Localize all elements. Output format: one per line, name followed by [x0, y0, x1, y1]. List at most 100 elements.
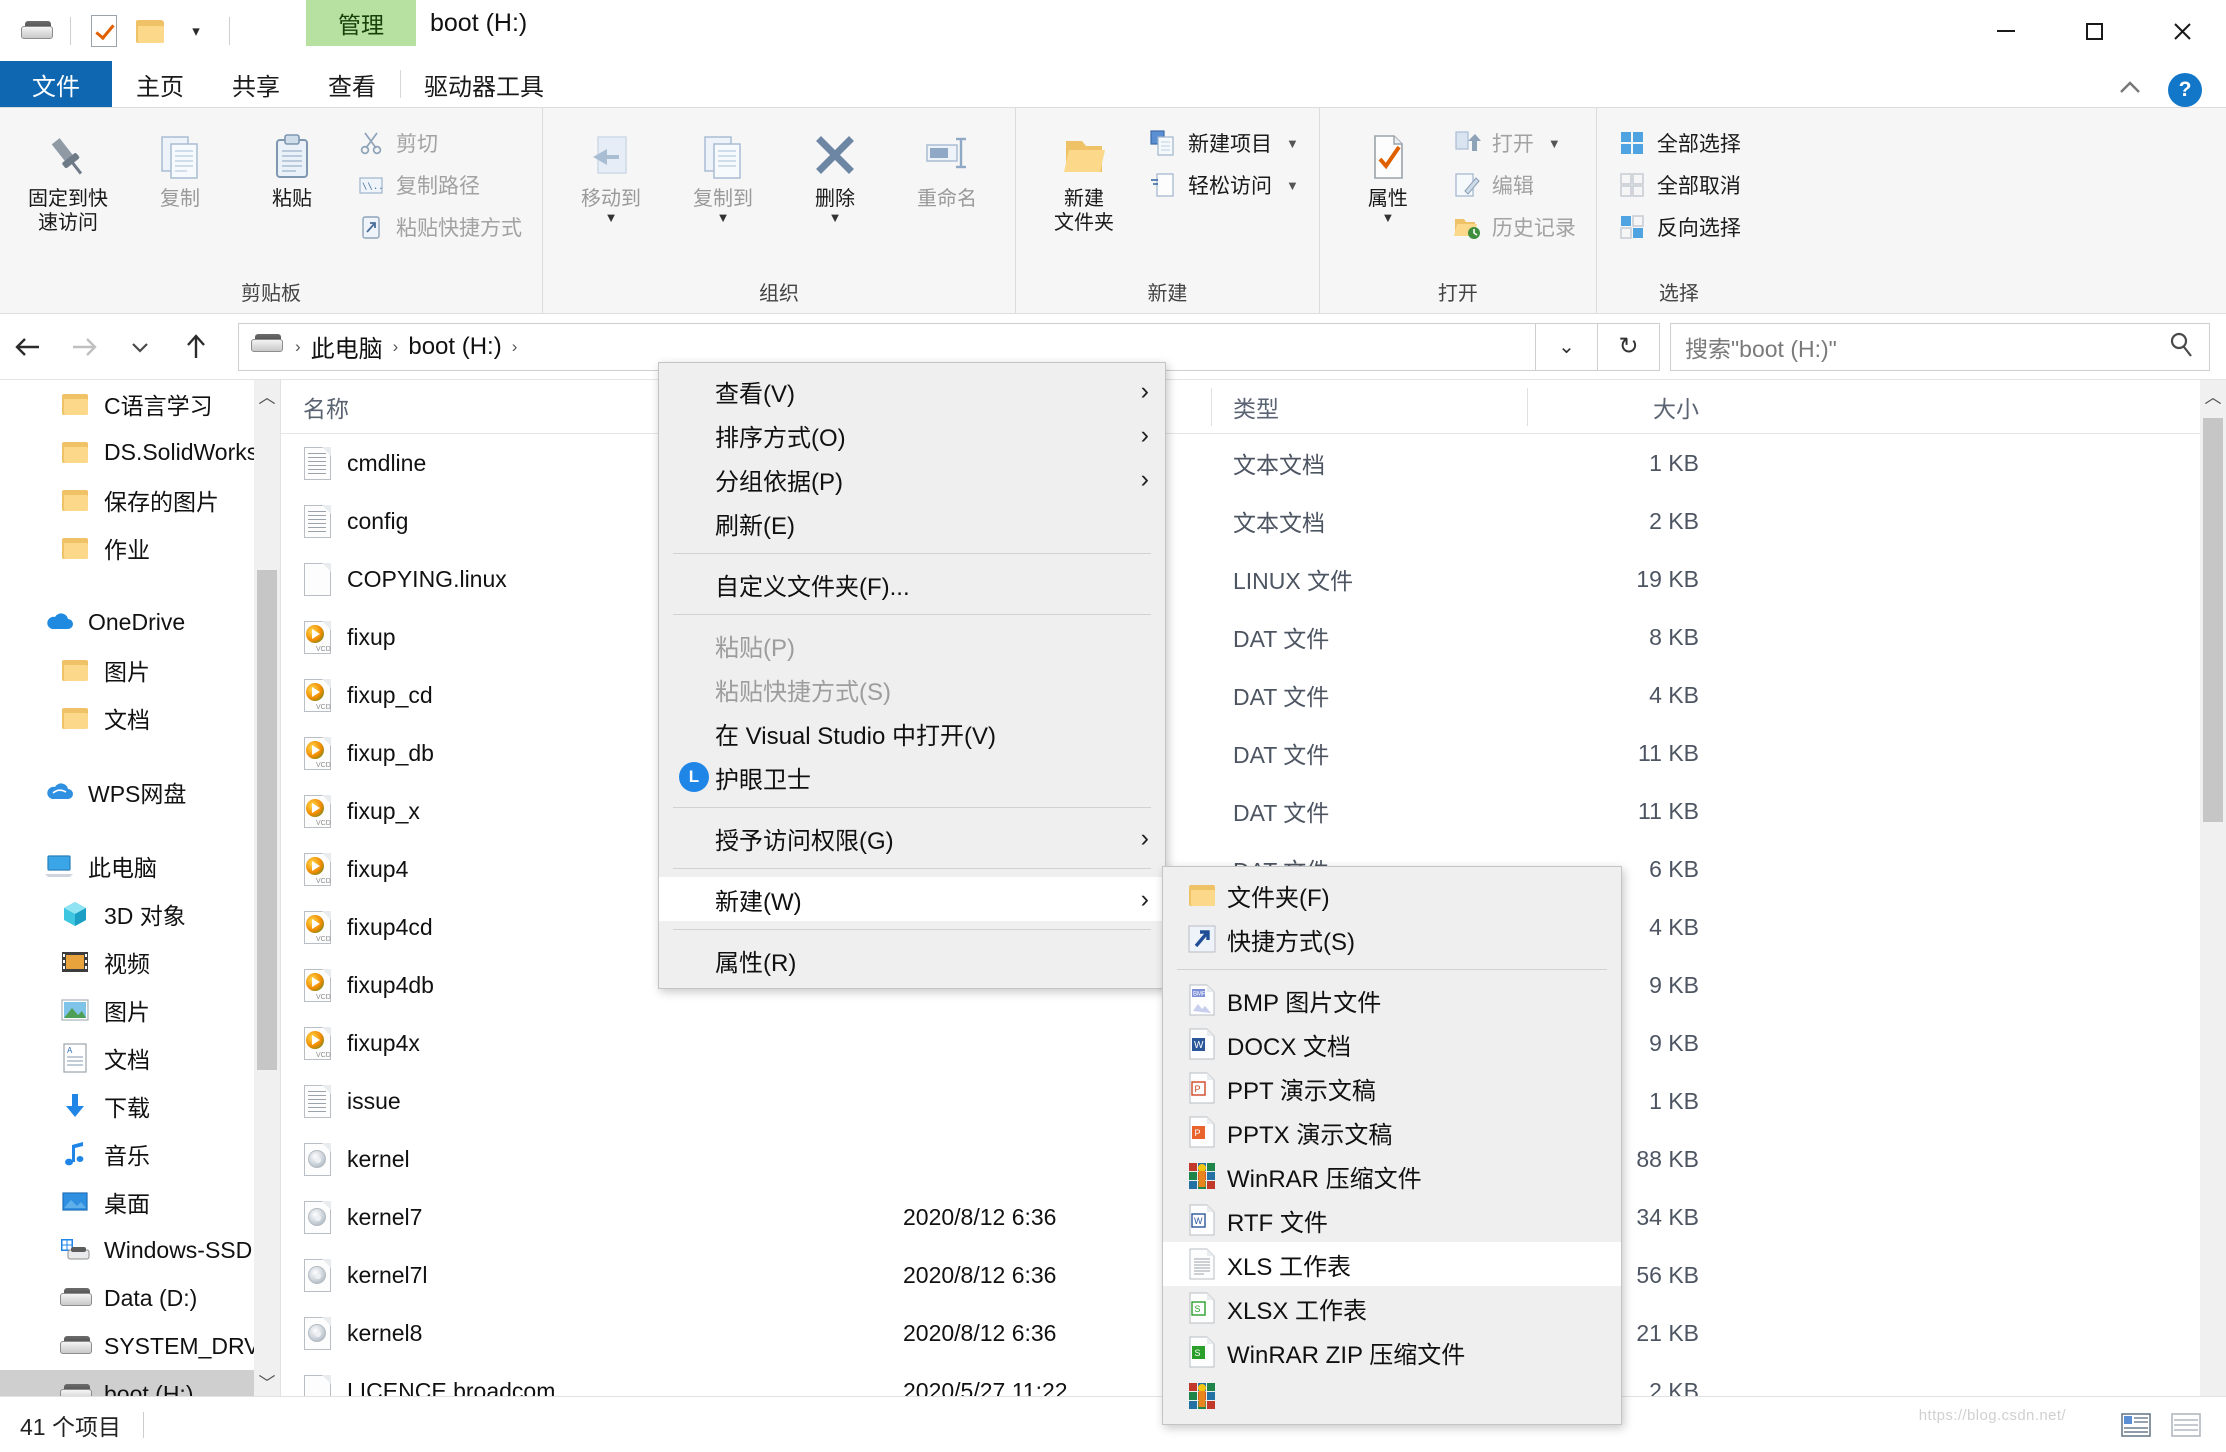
chevron-down-icon[interactable]: ▼ — [717, 210, 730, 225]
sidebar-item-downloads[interactable]: 下载 — [0, 1082, 280, 1130]
history-button[interactable]: 历史记录 — [1444, 206, 1584, 248]
sidebar-item-saved-pictures[interactable]: 保存的图片 — [0, 476, 280, 524]
sidebar-item-homework[interactable]: 作业 — [0, 524, 280, 572]
column-header-type[interactable]: 类型 — [1211, 380, 1527, 434]
details-view-icon[interactable] — [2116, 1408, 2156, 1442]
scrollbar-thumb[interactable] — [2203, 418, 2223, 822]
table-row[interactable]: COPYING.linux LINUX 文件 19 KB — [281, 550, 2226, 608]
invert-selection-button[interactable]: 反向选择 — [1609, 206, 1749, 248]
manage-contextual-tab[interactable]: 管理 — [306, 0, 416, 46]
sidebar-item-wps-cloud[interactable]: WPS网盘 — [0, 768, 280, 816]
table-row[interactable]: cmdline 文本文档 1 KB — [281, 434, 2226, 492]
move-to-button[interactable]: 移动到 ▼ — [555, 120, 667, 225]
submenu-item-text-document[interactable]: XLS 工作表 — [1163, 1242, 1621, 1286]
context-menu-item-grant-access[interactable]: 授予访问权限(G) › — [659, 816, 1165, 860]
tab-view[interactable]: 查看 — [304, 61, 400, 107]
chevron-down-icon[interactable]: ▼ — [1286, 178, 1299, 193]
easy-access-button[interactable]: 轻松访问 ▼ — [1140, 164, 1307, 206]
select-none-button[interactable]: 全部取消 — [1609, 164, 1749, 206]
context-menu-item-sort-by[interactable]: 排序方式(O) › — [659, 413, 1165, 457]
drive-icon[interactable] — [14, 8, 60, 54]
table-row[interactable]: config 文本文档 2 KB — [281, 492, 2226, 550]
help-icon[interactable]: ? — [2168, 73, 2202, 107]
chevron-down-icon[interactable]: ﹀ — [254, 1366, 280, 1396]
sidebar-item-desktop[interactable]: 桌面 — [0, 1178, 280, 1226]
tab-home[interactable]: 主页 — [112, 61, 208, 107]
context-menu-item-customize-folder[interactable]: 自定义文件夹(F)... — [659, 562, 1165, 606]
rename-button[interactable]: 重命名 — [891, 120, 1003, 212]
chevron-up-icon[interactable] — [2114, 77, 2146, 104]
chevron-down-icon[interactable]: ▾ — [173, 8, 219, 54]
submenu-item-xls[interactable]: S XLSX 工作表 — [1163, 1286, 1621, 1330]
sidebar-item-this-pc[interactable]: 此电脑 — [0, 842, 280, 890]
sidebar-item-onedrive-documents[interactable]: 文档 — [0, 694, 280, 742]
sidebar-item-onedrive-pictures[interactable]: 图片 — [0, 646, 280, 694]
sidebar-item-3d-objects[interactable]: 3D 对象 — [0, 890, 280, 938]
paste-shortcut-button[interactable]: 粘贴快捷方式 — [348, 206, 530, 248]
submenu-item-winrar[interactable]: WinRAR 压缩文件 — [1163, 1154, 1621, 1198]
sidebar-item-onedrive[interactable]: OneDrive — [0, 598, 280, 646]
recent-locations-icon[interactable] — [112, 319, 168, 375]
up-button[interactable] — [168, 319, 224, 375]
table-row[interactable]: VCD fixup_x DAT 文件 11 KB — [281, 782, 2226, 840]
context-menu-item-paste[interactable]: 粘贴(P) — [659, 623, 1165, 667]
chevron-down-icon[interactable]: ▼ — [1286, 136, 1299, 151]
context-menu-item-refresh[interactable]: 刷新(E) — [659, 501, 1165, 545]
sidebar-item-boot-h[interactable]: boot (H:) — [0, 1370, 280, 1396]
copy-path-button[interactable]: \\.. 复制路径 — [348, 164, 530, 206]
tab-file[interactable]: 文件 — [0, 61, 112, 107]
paste-button[interactable]: 粘贴 — [236, 120, 348, 212]
context-menu-item-open-in-visual-studio[interactable]: 在 Visual Studio 中打开(V) — [659, 711, 1165, 755]
chevron-down-icon[interactable]: ⌄ — [1536, 322, 1598, 371]
minimize-icon[interactable] — [1962, 0, 2050, 62]
context-menu-item-view[interactable]: 查看(V) › — [659, 369, 1165, 413]
chevron-down-icon[interactable]: ▼ — [605, 210, 618, 225]
new-folder-icon[interactable] — [127, 8, 173, 54]
submenu-item-xlsx[interactable]: S WinRAR ZIP 压缩文件 — [1163, 1330, 1621, 1374]
new-folder-button[interactable]: 新建 文件夹 — [1028, 120, 1140, 235]
table-row[interactable]: VCD fixup DAT 文件 8 KB — [281, 608, 2226, 666]
context-menu-item-properties[interactable]: 属性(R) — [659, 938, 1165, 982]
context-menu-item-paste-shortcut[interactable]: 粘贴快捷方式(S) — [659, 667, 1165, 711]
chevron-down-icon[interactable]: ▼ — [829, 210, 842, 225]
sidebar-item-data-d[interactable]: Data (D:) — [0, 1274, 280, 1322]
close-icon[interactable] — [2138, 0, 2226, 62]
back-button[interactable] — [0, 319, 56, 375]
table-row[interactable]: VCD fixup_cd DAT 文件 4 KB — [281, 666, 2226, 724]
sidebar-item-videos[interactable]: 视频 — [0, 938, 280, 986]
refresh-icon[interactable]: ↻ — [1598, 322, 1660, 371]
search-icon[interactable] — [2167, 330, 2195, 363]
sidebar-item-music[interactable]: 音乐 — [0, 1130, 280, 1178]
forward-button[interactable] — [56, 319, 112, 375]
sidebar-item-c-language[interactable]: C语言学习 — [0, 380, 280, 428]
search-input[interactable]: 搜索"boot (H:)" — [1670, 322, 2210, 371]
sidebar-item-solidworks[interactable]: DS.SolidWorks.2 — [0, 428, 280, 476]
chevron-up-icon[interactable]: ︿ — [2200, 380, 2226, 410]
sidebar-item-system-drv[interactable]: SYSTEM_DRV (E — [0, 1322, 280, 1370]
chevron-down-icon[interactable]: ▼ — [1381, 210, 1394, 225]
copy-to-button[interactable]: 复制到 ▼ — [667, 120, 779, 225]
submenu-item-rtf[interactable]: W RTF 文件 — [1163, 1198, 1621, 1242]
submenu-item-pptx[interactable]: P PPTX 演示文稿 — [1163, 1110, 1621, 1154]
delete-button[interactable]: 删除 ▼ — [779, 120, 891, 225]
tab-drive-tools[interactable]: 驱动器工具 — [400, 61, 568, 107]
submenu-item-docx[interactable]: W DOCX 文档 — [1163, 1022, 1621, 1066]
cut-button[interactable]: 剪切 — [348, 122, 530, 164]
pin-to-quick-access-button[interactable]: 固定到快 速访问 — [12, 120, 124, 235]
copy-button[interactable]: 复制 — [124, 120, 236, 212]
scrollbar-thumb[interactable] — [257, 570, 277, 1070]
large-icons-view-icon[interactable] — [2166, 1408, 2206, 1442]
sidebar-scrollbar[interactable]: ︿ ﹀ — [254, 380, 280, 1396]
properties-button[interactable]: 属性 ▼ — [1332, 120, 1444, 225]
column-header-size[interactable]: 大小 — [1527, 380, 1727, 434]
sidebar-item-pictures[interactable]: 图片 — [0, 986, 280, 1034]
context-menu-item-new[interactable]: 新建(W) › — [659, 877, 1165, 921]
sidebar-item-windows-ssd[interactable]: Windows-SSD ( — [0, 1226, 280, 1274]
context-menu-item-eye-guard[interactable]: L 护眼卫士 — [659, 755, 1165, 799]
submenu-item-bmp[interactable]: BMP BMP 图片文件 — [1163, 978, 1621, 1022]
submenu-item-shortcut[interactable]: 快捷方式(S) — [1163, 917, 1621, 961]
breadcrumb-item-this-pc[interactable]: 此电脑 — [305, 329, 389, 364]
new-item-button[interactable]: 新建项目 ▼ — [1140, 122, 1307, 164]
chevron-up-icon[interactable]: ︿ — [254, 380, 280, 410]
submenu-item-folder[interactable]: 文件夹(F) — [1163, 873, 1621, 917]
